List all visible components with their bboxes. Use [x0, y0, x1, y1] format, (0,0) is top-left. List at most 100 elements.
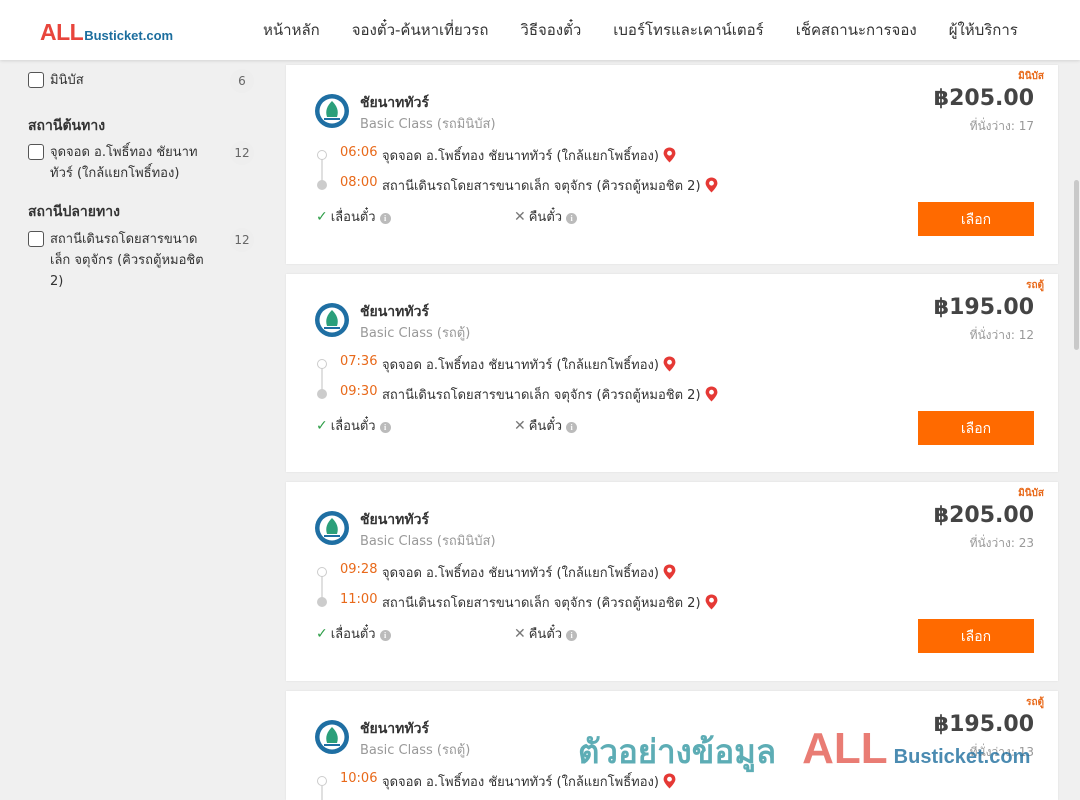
trip-card: มินิบัส ชัยนาททัวร์ Basic Class (รถมินิบ…	[286, 482, 1058, 681]
nav-home[interactable]: หน้าหลัก	[247, 18, 336, 42]
departure-dot	[317, 776, 327, 786]
seats-available: ที่นั่งว่าง: 17	[969, 119, 1034, 133]
departure-station-text: จุดจอด อ.โพธิ์ทอง ชัยนาททัวร์ (ใกล้แยกโพ…	[382, 358, 659, 373]
select-trip-button[interactable]: เลือก	[918, 619, 1034, 653]
filter-bus-type-minibus[interactable]: มินิบัส 6	[28, 69, 256, 96]
minibus-count-badge: 6	[230, 69, 254, 93]
departure-time: 10:06	[340, 771, 378, 786]
departure-station: จุดจอด อ.โพธิ์ทอง ชัยนาททัวร์ (ใกล้แยกโพ…	[382, 145, 676, 166]
main-nav: หน้าหลัก จองตั๋ว-ค้นหาเที่ยวรถ วิธีจองตั…	[247, 0, 1034, 60]
arrival-dot	[317, 597, 327, 607]
map-pin-icon[interactable]	[705, 594, 718, 610]
route-timeline-line	[321, 786, 323, 800]
page-scrollbar-track[interactable]	[1072, 0, 1080, 800]
departure-time: 06:06	[340, 145, 378, 160]
refund-label: คืนตั๋ว	[528, 419, 563, 434]
map-pin-icon[interactable]	[663, 356, 676, 372]
info-icon[interactable]: i	[566, 213, 578, 224]
select-trip-button[interactable]: เลือก	[918, 202, 1034, 236]
site-logo[interactable]: ALL Busticket.com	[40, 19, 173, 46]
bus-class: Basic Class (รถตู้)	[360, 743, 471, 758]
minibus-label: มินิบัส	[50, 73, 84, 88]
arrival-time: 08:00	[340, 175, 378, 190]
page-scrollbar-thumb[interactable]	[1074, 180, 1079, 350]
arrival-time: 09:30	[340, 384, 378, 399]
watermark-sample-text: ตัวอย่างข้อมูล	[578, 732, 777, 771]
select-trip-button[interactable]: เลือก	[918, 411, 1034, 445]
arrival-station-text: สถานีเดินรถโดยสารขนาดเล็ก จตุจักร (คิวรถ…	[382, 179, 701, 194]
origin-station-count-badge: 12	[230, 141, 254, 165]
info-icon[interactable]: i	[566, 422, 578, 433]
arrival-dot	[317, 389, 327, 399]
chainat-tour-logo-icon	[315, 303, 349, 337]
reschedule-label: เลื่อนตั๋ว	[330, 627, 376, 642]
nav-book-search[interactable]: จองตั๋ว-ค้นหาเที่ยวรถ	[336, 18, 505, 42]
close-icon: ✕	[514, 418, 526, 434]
info-icon[interactable]: i	[379, 422, 391, 433]
reschedule-label: เลื่อนตั๋ว	[330, 210, 376, 225]
departure-dot	[317, 567, 327, 577]
check-icon: ✓	[316, 209, 328, 225]
trip-card: รถตู้ ชัยนาททัวร์ Basic Class (รถตู้) ฿1…	[286, 274, 1058, 472]
watermark-all-logo: ALL	[802, 724, 888, 773]
close-icon: ✕	[514, 626, 526, 642]
close-icon: ✕	[514, 209, 526, 225]
info-icon[interactable]: i	[566, 630, 578, 641]
filter-destination-station[interactable]: สถานีเดินรถโดยสารขนาดเล็ก จตุจักร (คิวรถ…	[28, 228, 256, 295]
vehicle-type-tag: มินิบัส	[1018, 488, 1044, 499]
check-icon: ✓	[316, 418, 328, 434]
arrival-station-text: สถานีเดินรถโดยสารขนาดเล็ก จตุจักร (คิวรถ…	[382, 596, 701, 611]
departure-station-text: จุดจอด อ.โพธิ์ทอง ชัยนาททัวร์ (ใกล้แยกโพ…	[382, 149, 659, 164]
chainat-tour-logo-icon	[315, 720, 349, 754]
departure-dot	[317, 150, 327, 160]
vehicle-type-tag: รถตู้	[1026, 697, 1044, 708]
destination-station-label: สถานีเดินรถโดยสารขนาดเล็ก จตุจักร (คิวรถ…	[50, 232, 204, 289]
reschedule-perk: ✓ เลื่อนตั๋ว i	[316, 206, 391, 227]
arrival-dot	[317, 180, 327, 190]
watermark-busticket-logo: Busticket.com	[893, 746, 1031, 768]
refund-label: คืนตั๋ว	[528, 627, 563, 642]
vehicle-type-tag: มินิบัส	[1018, 71, 1044, 82]
chainat-tour-logo-icon	[315, 511, 349, 545]
destination-station-checkbox[interactable]	[28, 231, 44, 247]
refund-perk: ✕ คืนตั๋ว i	[514, 415, 578, 436]
map-pin-icon[interactable]	[663, 564, 676, 580]
trip-price: ฿205.00	[933, 503, 1034, 528]
departure-station-text: จุดจอด อ.โพธิ์ทอง ชัยนาททัวร์ (ใกล้แยกโพ…	[382, 566, 659, 581]
minibus-checkbox[interactable]	[28, 72, 44, 88]
origin-station-label: จุดจอด อ.โพธิ์ทอง ชัยนาททัวร์ (ใกล้แยกโพ…	[50, 145, 198, 181]
info-icon[interactable]: i	[379, 630, 391, 641]
bus-class: Basic Class (รถตู้)	[360, 326, 471, 341]
top-navbar: ALL Busticket.com หน้าหลัก จองตั๋ว-ค้นหา…	[0, 0, 1080, 60]
trip-price: ฿195.00	[933, 295, 1034, 320]
refund-perk: ✕ คืนตั๋ว i	[514, 623, 578, 644]
company-name: ชัยนาททัวร์	[360, 304, 429, 320]
arrival-time: 11:00	[340, 592, 378, 607]
seats-available: ที่นั่งว่าง: 12	[969, 328, 1034, 342]
company-name: ชัยนาททัวร์	[360, 512, 429, 528]
departure-time: 09:28	[340, 562, 378, 577]
bus-class: Basic Class (รถมินิบัส)	[360, 534, 496, 549]
bus-class: Basic Class (รถมินิบัส)	[360, 117, 496, 132]
nav-contacts-counters[interactable]: เบอร์โทรและเคาน์เตอร์	[597, 18, 779, 42]
arrival-station: สถานีเดินรถโดยสารขนาดเล็ก จตุจักร (คิวรถ…	[382, 175, 718, 196]
nav-how-to-book[interactable]: วิธีจองตั๋ว	[504, 18, 597, 42]
nav-check-booking[interactable]: เช็คสถานะการจอง	[780, 18, 933, 42]
company-name: ชัยนาททัวร์	[360, 721, 429, 737]
filter-origin-station[interactable]: จุดจอด อ.โพธิ์ทอง ชัยนาททัวร์ (ใกล้แยกโพ…	[28, 141, 256, 188]
check-icon: ✓	[316, 626, 328, 642]
departure-station: จุดจอด อ.โพธิ์ทอง ชัยนาททัวร์ (ใกล้แยกโพ…	[382, 354, 676, 375]
nav-operators[interactable]: ผู้ให้บริการ	[933, 18, 1034, 42]
info-icon[interactable]: i	[379, 213, 391, 224]
map-pin-icon[interactable]	[663, 147, 676, 163]
company-name: ชัยนาททัวร์	[360, 95, 429, 111]
map-pin-icon[interactable]	[705, 386, 718, 402]
reschedule-label: เลื่อนตั๋ว	[330, 419, 376, 434]
logo-busticket-text: Busticket.com	[84, 28, 174, 43]
trip-card: มินิบัส ชัยนาททัวร์ Basic Class (รถมินิบ…	[286, 65, 1058, 264]
refund-label: คืนตั๋ว	[528, 210, 563, 225]
reschedule-perk: ✓ เลื่อนตั๋ว i	[316, 623, 391, 644]
departure-dot	[317, 359, 327, 369]
origin-station-checkbox[interactable]	[28, 144, 44, 160]
map-pin-icon[interactable]	[705, 177, 718, 193]
